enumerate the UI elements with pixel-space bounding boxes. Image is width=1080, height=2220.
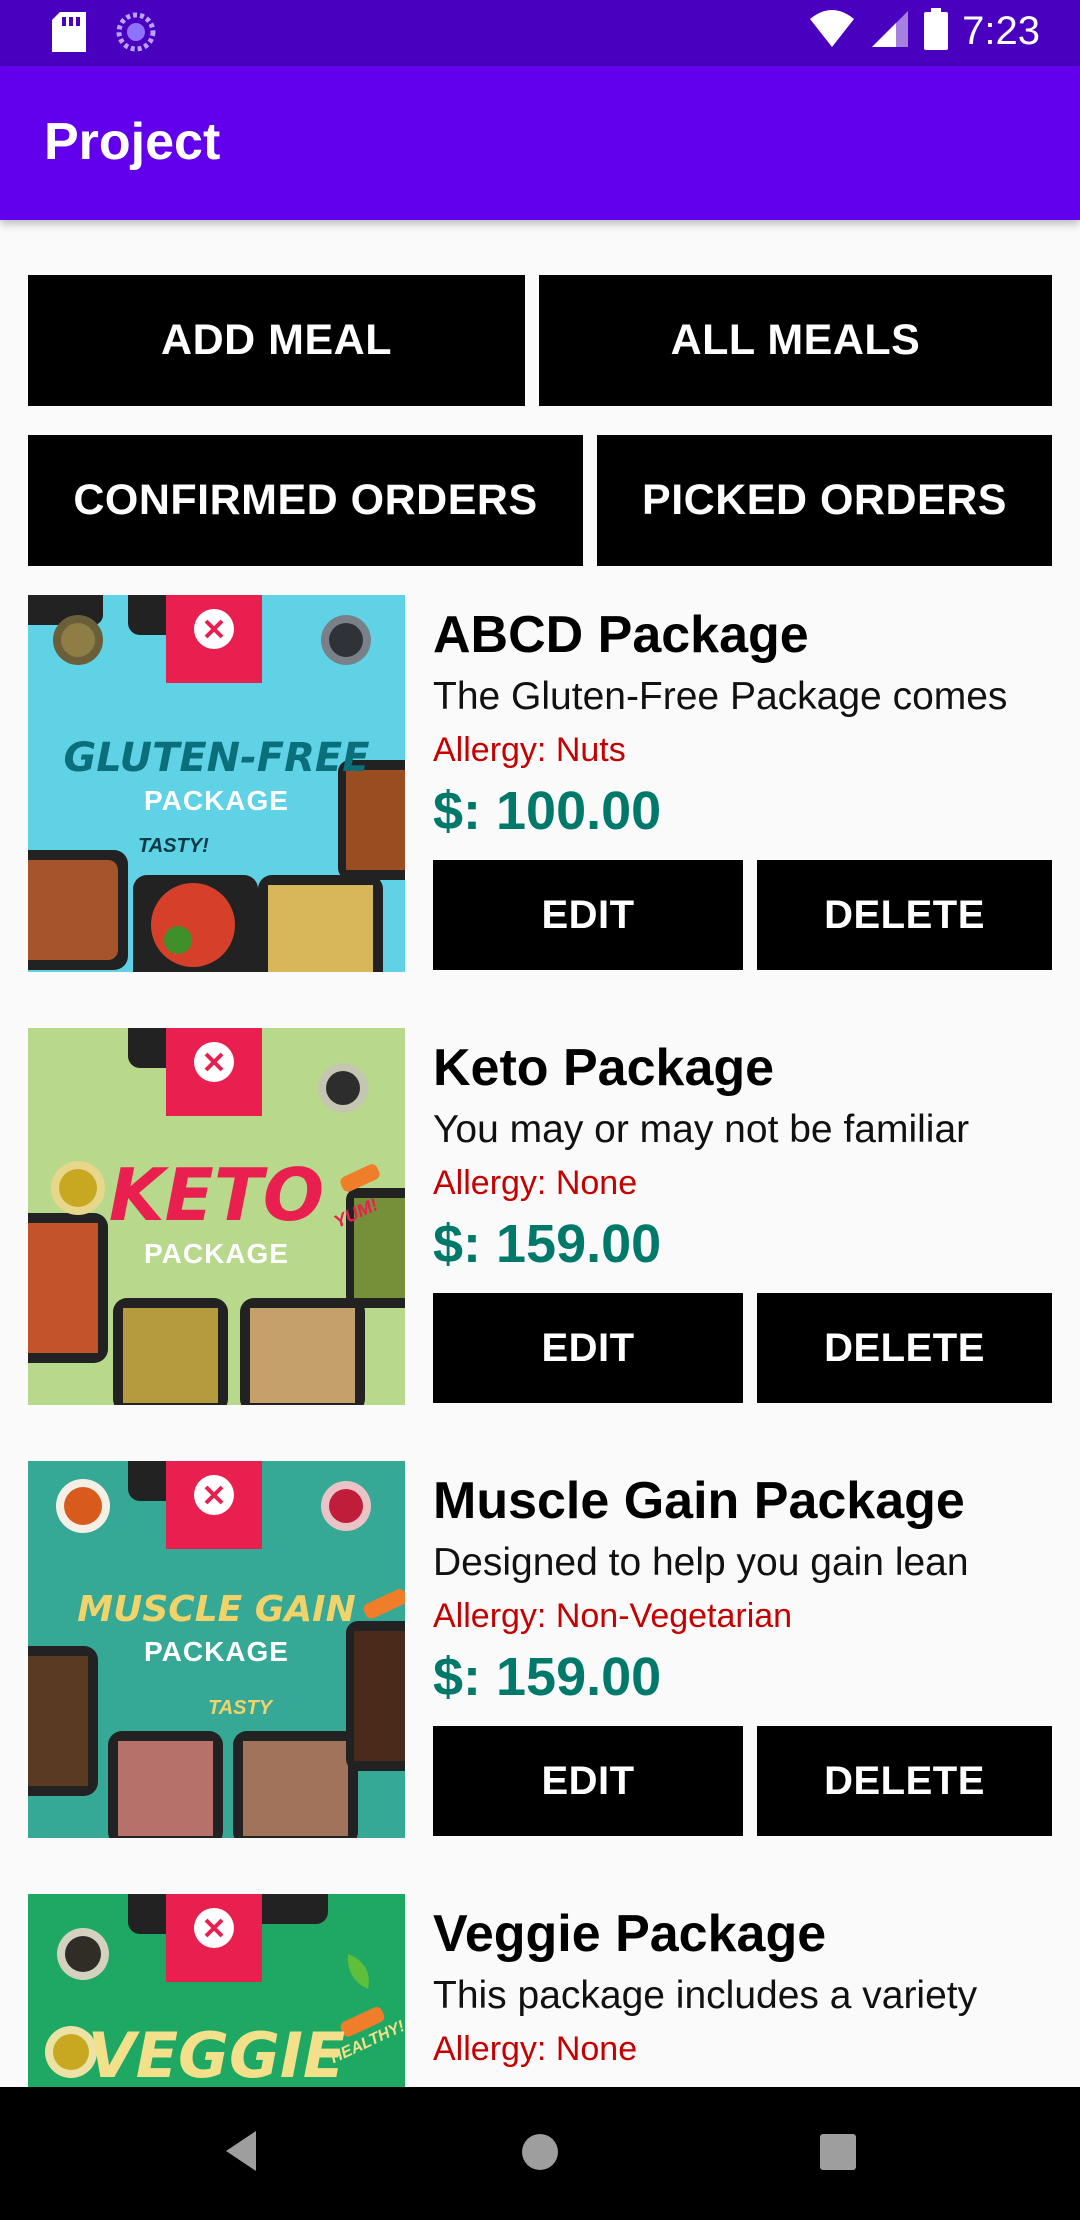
navigation-bar xyxy=(0,2087,1080,2220)
meal-description: This package includes a variety xyxy=(433,1974,978,2017)
image-subheadline: PACKAGE xyxy=(144,1238,289,1269)
wifi-icon xyxy=(808,9,856,54)
meal-allergy: Allergy: None xyxy=(433,2030,638,2068)
picked-orders-button[interactable]: PICKED ORDERS xyxy=(597,435,1052,566)
meal-image: VEGGIE HEALTHY! xyxy=(28,1894,405,2087)
meal-title: ABCD Package xyxy=(433,606,809,664)
image-tag: TASTY xyxy=(208,1697,273,1719)
meal-price: $: 100.00 xyxy=(433,781,662,841)
image-headline: MUSCLE GAIN xyxy=(77,1589,356,1630)
brand-logo-badge xyxy=(166,1461,262,1549)
status-time: 7:23 xyxy=(962,9,1040,53)
sync-icon xyxy=(116,12,156,57)
confirmed-orders-button[interactable]: CONFIRMED ORDERS xyxy=(28,435,583,566)
recents-icon[interactable] xyxy=(820,2134,856,2175)
app-bar: Project xyxy=(0,66,1080,220)
meal-price: $: 159.00 xyxy=(433,1647,662,1707)
back-icon[interactable] xyxy=(222,2129,260,2178)
signal-icon xyxy=(870,9,910,54)
meal-allergy: Allergy: Nuts xyxy=(433,731,626,769)
brand-logo-badge xyxy=(166,595,262,683)
brand-logo-badge xyxy=(166,1894,262,1982)
meal-image: KETO PACKAGE YUM! xyxy=(28,1028,405,1405)
meal-image: MUSCLE GAIN PACKAGE TASTY xyxy=(28,1461,405,1838)
meal-price: $: 159.00 xyxy=(433,1214,662,1274)
app-title: Project xyxy=(44,113,221,171)
edit-button[interactable]: EDIT xyxy=(433,1726,743,1836)
meal-allergy: Allergy: None xyxy=(433,1164,638,1202)
brand-logo-badge xyxy=(166,1028,262,1116)
meal-title: Muscle Gain Package xyxy=(433,1472,965,1530)
meal-description: You may or may not be familiar xyxy=(433,1108,970,1151)
status-bar: 7:23 xyxy=(0,0,1080,66)
sd-card-icon xyxy=(52,12,86,57)
meal-title: Keto Package xyxy=(433,1039,775,1097)
add-meal-button[interactable]: ADD MEAL xyxy=(28,275,525,406)
meal-description: Designed to help you gain lean xyxy=(433,1541,969,1584)
edit-button[interactable]: EDIT xyxy=(433,860,743,970)
meal-card: MUSCLE GAIN PACKAGE TASTY Muscle Gain Pa… xyxy=(0,1461,1080,1841)
meal-image: GLUTEN-FREE PACKAGE TASTY! xyxy=(28,595,405,972)
meal-card: VEGGIE HEALTHY! Veggie Package This pack… xyxy=(0,1894,1080,2087)
battery-icon xyxy=(924,8,949,55)
image-subheadline: PACKAGE xyxy=(144,1636,289,1667)
delete-button[interactable]: DELETE xyxy=(757,1293,1052,1403)
meal-allergy: Allergy: Non-Vegetarian xyxy=(433,1597,793,1635)
home-icon[interactable] xyxy=(521,2133,559,2176)
all-meals-button[interactable]: ALL MEALS xyxy=(539,275,1052,406)
delete-button[interactable]: DELETE xyxy=(757,1726,1052,1836)
image-tag: TASTY! xyxy=(138,835,209,857)
meal-card: KETO PACKAGE YUM! Keto Package You may o… xyxy=(0,1028,1080,1408)
edit-button[interactable]: EDIT xyxy=(433,1293,743,1403)
image-headline: GLUTEN-FREE xyxy=(63,735,370,781)
delete-button[interactable]: DELETE xyxy=(757,860,1052,970)
meal-description: The Gluten-Free Package comes xyxy=(433,675,1008,718)
meal-card: GLUTEN-FREE PACKAGE TASTY! ABCD Package … xyxy=(0,595,1080,975)
meal-title: Veggie Package xyxy=(433,1905,827,1963)
image-subheadline: PACKAGE xyxy=(144,785,289,816)
